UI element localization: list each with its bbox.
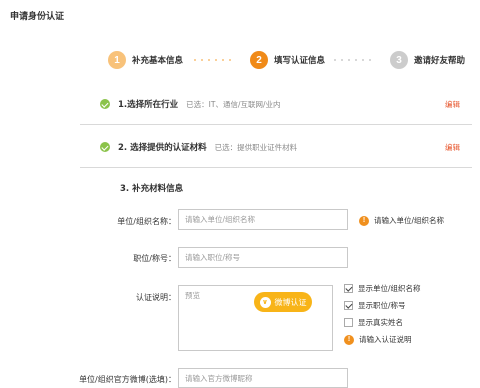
weibo-verify-label: 微博认证 xyxy=(274,297,307,307)
step-3-number: 3 xyxy=(390,51,408,69)
org-name-input[interactable] xyxy=(178,209,348,230)
show-realname-checkbox[interactable] xyxy=(344,318,353,327)
step-2-label: 填写认证信息 xyxy=(274,56,326,66)
divider xyxy=(80,167,472,168)
show-realname-label: 显示真实姓名 xyxy=(358,318,403,327)
step-2-number: 2 xyxy=(250,51,268,69)
check-icon xyxy=(100,99,110,109)
material-section-title: 3. 补充材料信息 xyxy=(120,184,184,194)
progress-stepper: 1 补充基本信息 2 填写认证信息 3 邀请好友帮助 xyxy=(108,49,468,71)
step-3-label: 邀请好友帮助 xyxy=(414,56,466,66)
option-show-realname[interactable]: 显示真实姓名 xyxy=(344,317,403,328)
check-icon xyxy=(100,142,110,152)
warning-icon: ! xyxy=(344,334,354,345)
edit-industry-link[interactable]: 编辑 xyxy=(445,99,460,110)
description-warning: ! 请输入认证说明 xyxy=(344,334,412,345)
weibo-verify-button[interactable]: ∨ 微博认证 xyxy=(254,292,312,312)
org-name-warning-text: 请输入单位/组织名称 xyxy=(374,216,445,225)
show-org-label: 显示单位/组织名称 xyxy=(358,284,421,293)
section-industry: 1.选择所在行业 已选：IT、通信/互联网/业内 编辑 xyxy=(100,90,472,118)
step-connector-1 xyxy=(194,59,231,62)
warning-icon: ! xyxy=(359,215,369,226)
divider xyxy=(80,124,472,125)
chevron-down-icon: ∨ xyxy=(259,296,271,308)
option-show-position[interactable]: 显示职位/称号 xyxy=(344,300,406,311)
step-3: 3 邀请好友帮助 xyxy=(390,49,465,71)
section-industry-title: 1.选择所在行业 xyxy=(118,100,179,110)
option-show-org[interactable]: 显示单位/组织名称 xyxy=(344,283,421,294)
org-name-label: 单位/组织名称： xyxy=(117,217,176,226)
section-material-type-value: 已选：提供职业证件材料 xyxy=(214,142,298,152)
step-1: 1 补充基本信息 xyxy=(108,49,183,71)
show-position-checkbox[interactable] xyxy=(344,301,353,310)
page-title: 申请身份认证 xyxy=(10,12,65,22)
edit-material-type-link[interactable]: 编辑 xyxy=(445,142,460,153)
show-org-checkbox[interactable] xyxy=(344,284,353,293)
description-warning-text: 请输入认证说明 xyxy=(359,335,412,344)
official-weibo-input[interactable] xyxy=(178,368,348,388)
position-label: 职位/称号： xyxy=(133,254,176,263)
step-1-number: 1 xyxy=(108,51,126,69)
position-input[interactable] xyxy=(178,247,348,268)
description-label: 认证说明： xyxy=(136,293,176,302)
section-material-type-title: 2. 选择提供的认证材料 xyxy=(118,143,207,153)
step-connector-2 xyxy=(334,59,371,62)
official-weibo-label: 单位/组织官方微博(选填)： xyxy=(79,375,176,384)
step-2: 2 填写认证信息 xyxy=(250,49,325,71)
section-industry-value: 已选：IT、通信/互联网/业内 xyxy=(186,99,281,109)
step-1-label: 补充基本信息 xyxy=(132,56,184,66)
section-material-type: 2. 选择提供的认证材料 已选：提供职业证件材料 编辑 xyxy=(100,133,472,161)
show-position-label: 显示职位/称号 xyxy=(358,301,406,310)
org-name-warning: ! 请输入单位/组织名称 xyxy=(359,215,444,226)
